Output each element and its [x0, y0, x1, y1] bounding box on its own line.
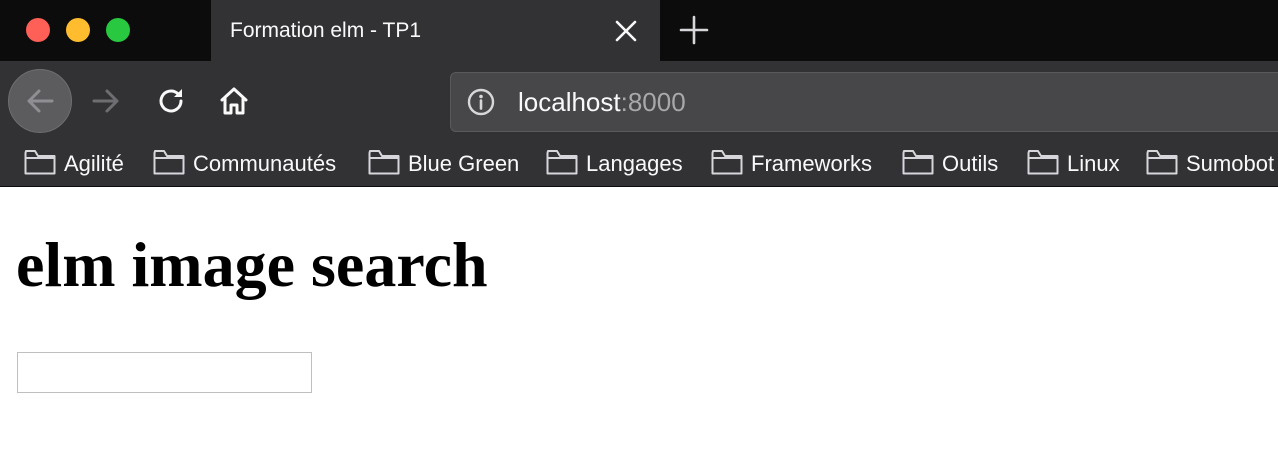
- home-button[interactable]: [202, 69, 266, 133]
- bookmark-label: Outils: [942, 151, 999, 176]
- navigation-toolbar: localhost:8000: [0, 61, 1278, 141]
- plus-icon[interactable]: [679, 15, 709, 45]
- folder-icon: [1027, 150, 1059, 175]
- search-input[interactable]: [17, 352, 312, 393]
- bookmark-label: Frameworks: [751, 151, 873, 176]
- folder-icon: [368, 150, 400, 175]
- tab-active[interactable]: Formation elm - TP1: [211, 0, 660, 61]
- folder-icon: [1146, 150, 1178, 175]
- info-icon[interactable]: [467, 88, 495, 116]
- folder-icon: [24, 150, 56, 175]
- url-bar[interactable]: localhost:8000: [450, 72, 1278, 132]
- folder-icon: [902, 150, 934, 175]
- bookmark-label: Sumobot: [1186, 151, 1275, 176]
- forward-button[interactable]: [74, 69, 138, 133]
- window-maximize-button[interactable]: [106, 18, 130, 42]
- bookmark-label: Langages: [586, 151, 683, 176]
- page-title: elm image search: [16, 229, 488, 300]
- folder-icon: [546, 150, 578, 175]
- folder-icon: [711, 150, 743, 175]
- url-host: localhost: [518, 87, 621, 117]
- window-minimize-button[interactable]: [66, 18, 90, 42]
- tab-title: Formation elm - TP1: [230, 19, 421, 42]
- url-port: :8000: [620, 87, 686, 117]
- back-button[interactable]: [8, 69, 72, 133]
- url-text: localhost:8000: [518, 87, 686, 117]
- bookmark-label: Agilité: [64, 151, 124, 176]
- bookmarks-bar: Agilité Communautés Blue Green Langages …: [0, 141, 1278, 187]
- bookmark-label: Linux: [1067, 151, 1120, 176]
- window-close-button[interactable]: [26, 18, 50, 42]
- folder-icon: [153, 150, 185, 175]
- close-icon[interactable]: [613, 18, 639, 44]
- browser-window: Formation elm - TP1 localhost:8000 Agili…: [0, 0, 1278, 472]
- tab-strip: Formation elm - TP1: [0, 0, 1278, 61]
- bookmark-label: Communautés: [193, 151, 337, 176]
- reload-button[interactable]: [139, 69, 203, 133]
- page-content: elm image search: [0, 187, 1278, 472]
- bookmark-label: Blue Green: [408, 151, 520, 176]
